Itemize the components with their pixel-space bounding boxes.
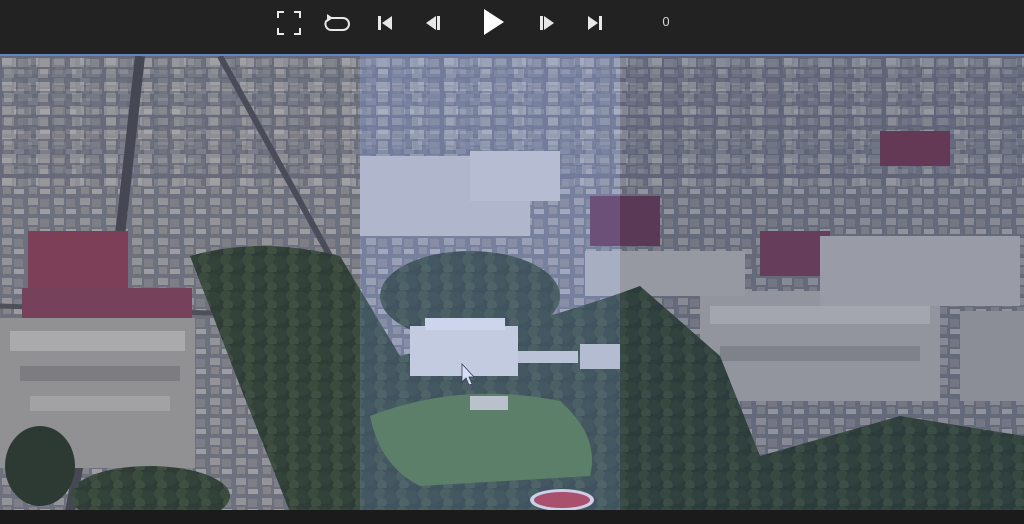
aerial-city-scene — [0, 56, 1024, 510]
step-forward-button[interactable] — [532, 8, 562, 38]
loop-icon — [324, 14, 350, 31]
bottom-bar — [0, 510, 1024, 524]
step-back-icon — [426, 16, 440, 30]
skip-to-start-button[interactable] — [370, 8, 400, 38]
step-back-button[interactable] — [418, 8, 448, 38]
skip-start-icon — [378, 16, 392, 30]
fullscreen-icon — [277, 11, 301, 35]
loop-button[interactable] — [322, 8, 352, 38]
video-player-app: 0 — [0, 0, 1024, 524]
play-button[interactable] — [474, 4, 510, 40]
fullscreen-button[interactable] — [274, 8, 304, 38]
step-forward-icon — [540, 16, 554, 30]
play-icon — [484, 9, 504, 35]
skip-end-icon — [588, 16, 602, 30]
frame-counter: 0 — [662, 14, 670, 29]
playback-toolbar: 0 — [0, 0, 1024, 54]
map-viewport[interactable] — [0, 54, 1024, 510]
skip-to-end-button[interactable] — [580, 8, 610, 38]
